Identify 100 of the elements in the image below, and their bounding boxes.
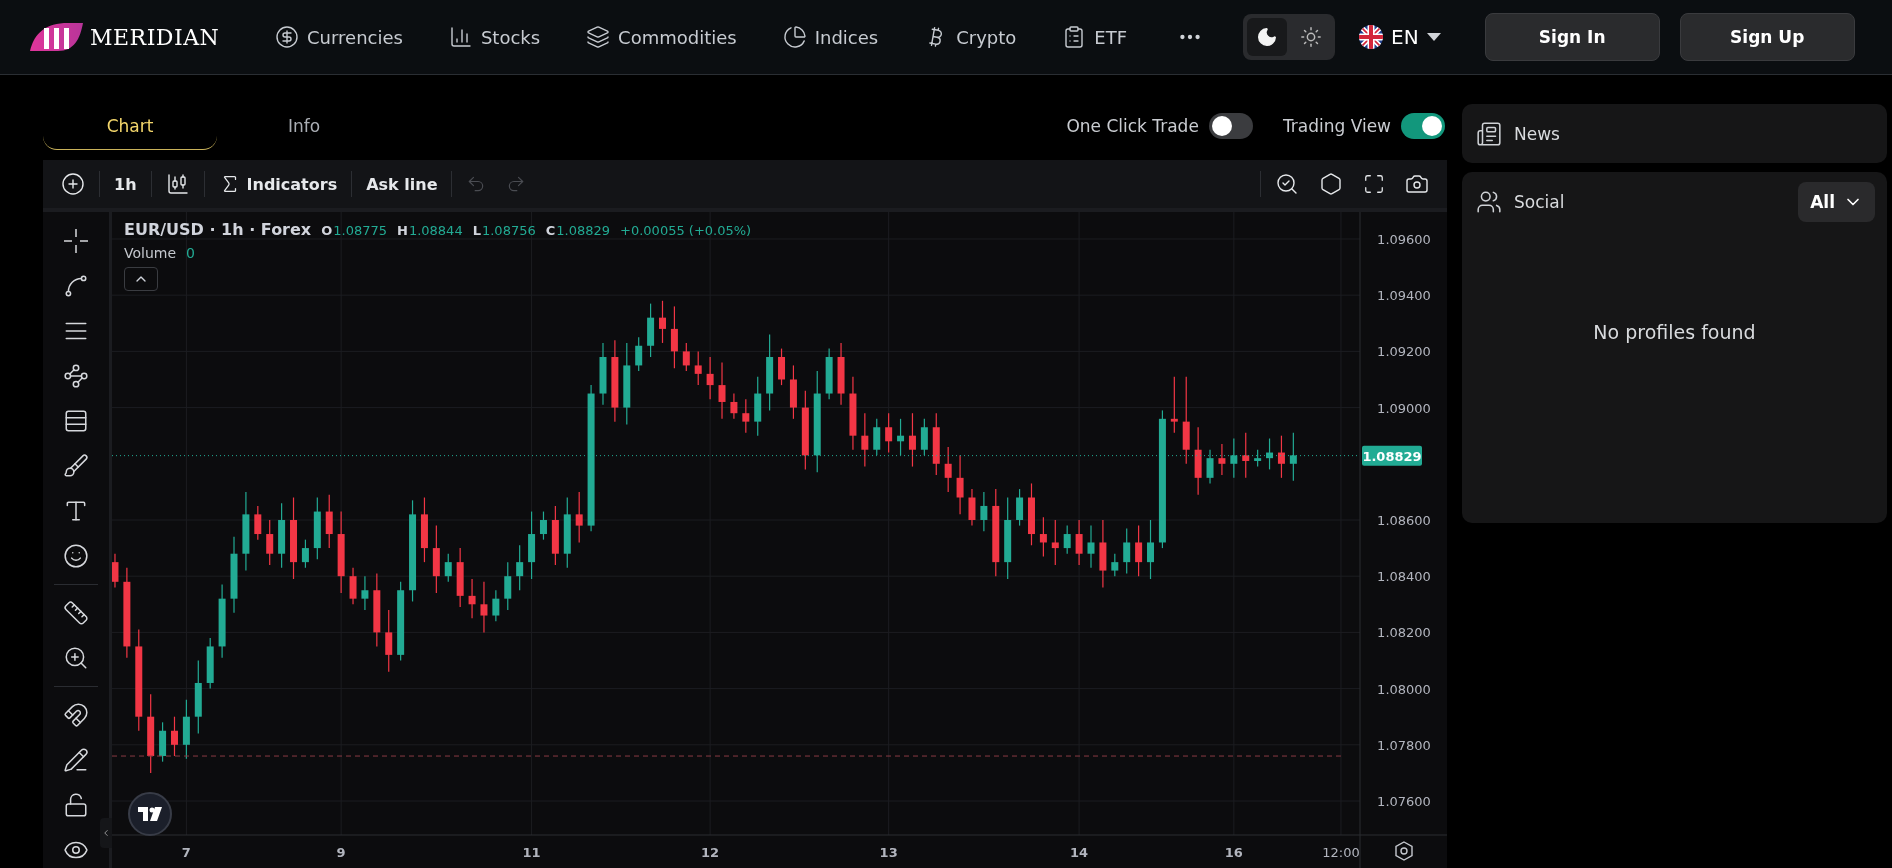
candle [1266,437,1274,470]
nav-link[interactable]: Crypto [924,25,1017,49]
toggle-switch[interactable] [1208,113,1253,139]
camera-icon [1405,172,1429,196]
zoom-in-icon [63,645,89,671]
moon-icon [1256,26,1279,48]
nav-link[interactable]: ETF [1062,25,1128,49]
price-tick: 1.07800 [1377,737,1431,753]
candle [456,547,464,608]
candle [635,336,643,372]
candle [599,342,607,406]
time-tick: 14 [1070,845,1089,860]
candle [444,553,452,583]
price-tick: 1.08600 [1377,513,1431,528]
candle [539,510,547,541]
candle [551,505,559,566]
smiley-icon [63,543,89,569]
logo-icon [28,21,84,53]
tab[interactable]: Chart [43,102,217,150]
layers-icon [586,25,611,49]
candle [325,494,333,549]
candle [825,347,833,400]
brand-name: MERIDIAN [90,24,220,50]
brush-icon [63,453,89,479]
candle [1051,519,1059,566]
price-tick: 1.08400 [1377,569,1431,585]
news-card[interactable]: News [1462,104,1887,163]
candlestick-icon [165,172,190,196]
candle [1087,525,1095,569]
candle [1230,437,1238,479]
plus-icon [61,172,85,196]
candle [897,418,905,456]
ask-line-button[interactable]: Ask line [356,166,448,202]
ohlc-value: H 1.08844 [397,223,463,238]
magnet-icon [63,702,89,728]
candle [837,342,845,406]
price-tick: 1.08200 [1377,625,1431,641]
candle [694,350,702,386]
candle [361,575,369,611]
sign-up-button[interactable]: Sign Up [1679,13,1855,61]
candle [1016,488,1024,527]
candle [504,561,512,611]
candle [861,412,869,468]
crosshair-icon [62,227,90,255]
candle [468,578,476,619]
candle [1099,519,1107,589]
candle [659,300,666,344]
candle [1277,435,1285,479]
candle [742,398,750,434]
nav-link[interactable]: Commodities [586,25,737,49]
flag-icon [1359,25,1384,49]
candle [182,699,190,760]
candle [516,544,524,591]
chevron-left-icon [101,828,111,838]
indicators-button[interactable]: Indicators [208,166,348,202]
sun-icon [1300,26,1323,48]
volume-value: 0 [186,245,195,261]
candle [1111,553,1119,577]
toggle-switch[interactable] [1401,113,1445,139]
tab[interactable]: Info [217,102,391,150]
price-tick: 1.09400 [1377,288,1431,304]
nav-link[interactable]: Indices [782,25,879,49]
candle [1254,449,1262,468]
hexagon-icon [1319,172,1343,196]
current-price-label: 1.08829 [1362,445,1422,466]
symbol-title: EUR/USD · 1h · Forex [124,220,312,239]
filter-dropdown[interactable]: All [1798,181,1875,222]
nav-link[interactable]: Stocks [448,25,541,49]
candle [1075,519,1083,566]
candle [980,491,988,532]
price-tick: 1.09000 [1377,400,1431,416]
ohlc-value: C1.08829 [545,223,611,238]
interval-button[interactable]: 1h [104,166,147,202]
candle [754,376,762,437]
nav-link[interactable]: Currencies [275,25,403,49]
theme-option[interactable] [1247,18,1288,56]
sign-in-button[interactable]: Sign In [1484,13,1660,61]
trend-line-icon [63,273,89,299]
candle [789,364,797,420]
language-selector[interactable]: EN [1353,24,1447,50]
time-tick: 12:00 [1322,845,1360,860]
pencil-icon [63,747,89,773]
dollar-coin-icon [275,25,299,49]
candle [682,342,690,372]
candle [480,581,488,633]
channel-icon [63,408,89,434]
candle [647,303,655,358]
caret-icon [1426,32,1441,42]
candle [1123,527,1131,574]
price-change: +0.00055 (+0.05%) [620,223,752,238]
pattern-icon [63,363,89,389]
candle [908,412,916,468]
collapse-legend-button[interactable] [124,267,158,291]
unlocked-icon [63,792,89,818]
candle [1028,482,1035,546]
settings-icon[interactable] [1395,841,1413,861]
candle [1135,525,1143,577]
time-tick: 9 [336,845,346,860]
candle [349,567,357,605]
candle [873,418,881,456]
